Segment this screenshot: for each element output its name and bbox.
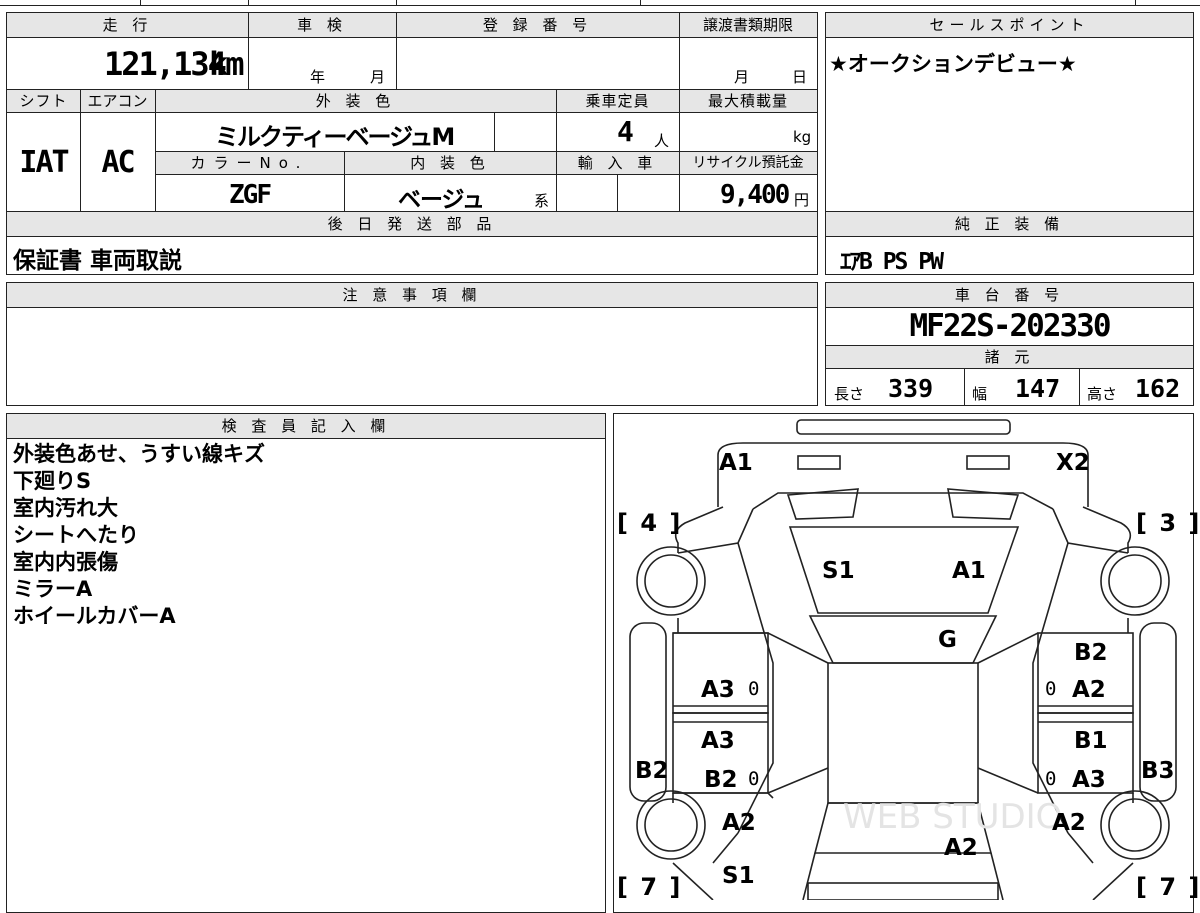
interior-color-header: 内 装 色 (410, 154, 490, 172)
rear-right-door-top-code: B1 (1074, 728, 1108, 754)
watermark: WEB STUDIO (843, 797, 1062, 837)
diagram-front-left-code: A1 (719, 450, 753, 476)
interior-color-value: ベージュ (398, 187, 485, 213)
capacity-header: 乗車定員 (585, 92, 650, 110)
chassis-header: 車 台 番 号 (954, 286, 1065, 304)
rear-left-code: S1 (722, 863, 755, 889)
mileage-header: 走 行 (102, 16, 153, 34)
max-load-unit: kg (793, 128, 812, 146)
rear-right-door-code: A3 (1072, 767, 1106, 793)
genuine-equipment-value: ｴｱB PS PW (840, 249, 944, 275)
length-label: 長さ (834, 385, 865, 403)
later-parts-value: 保証書 車両取説 (13, 248, 183, 274)
rear-left-door-zero: 0 (748, 768, 760, 790)
inspector-note: 室内汚れ大 (13, 496, 118, 520)
registration-header: 登 録 番 号 (482, 16, 593, 34)
capacity-value: 4 (617, 115, 634, 148)
width-label: 幅 (972, 385, 988, 403)
color-no-value: ZGF (229, 180, 272, 210)
rear-left-fender-code: A2 (722, 810, 756, 836)
roof-rear-code: A2 (944, 835, 978, 861)
mileage-unit: km (209, 45, 244, 83)
front-left-door-code: A3 (701, 677, 735, 703)
front-right-door-code: A2 (1072, 677, 1106, 703)
front-left-door-zero: 0 (748, 678, 760, 700)
sales-point-header: セールスポイント (929, 16, 1090, 34)
diagram-front-right-code: X2 (1056, 450, 1090, 476)
exterior-color-value: ミルクティーベージュM (215, 123, 455, 151)
color-no-header: カラーNo. (190, 154, 309, 172)
bracket-front-left: [ 4 ] (617, 509, 683, 537)
transfer-deadline-header: 譲渡書類期限 (702, 16, 793, 34)
inspector-note: ホイールカバーA (13, 604, 176, 628)
chassis-value: MF22S-202330 (909, 308, 1112, 344)
shift-header: シフト (19, 92, 68, 110)
length-value: 339 (888, 374, 934, 403)
capacity-unit: 人 (654, 132, 670, 150)
width-value: 147 (1015, 374, 1061, 403)
inspector-note: 外装色あせ、うすい線キズ (13, 442, 265, 466)
sales-point-value: ★オークションデビュー★ (829, 52, 1077, 76)
recycle-header: リサイクル預託金 (692, 155, 804, 171)
exterior-color-header: 外 装 色 (315, 92, 396, 110)
bracket-front-right: [ 3 ] (1136, 509, 1200, 537)
mileage-value: 121,134 (104, 45, 227, 83)
left-side-code: B2 (635, 758, 669, 784)
front-right-door-top-code: B2 (1074, 640, 1108, 666)
inspection-year: 年 (310, 68, 326, 86)
hood-right-code: A1 (952, 558, 986, 584)
specs-header: 諸 元 (984, 348, 1035, 366)
aircon-header: エアコン (87, 92, 148, 110)
rear-right-fender-code: A2 (1052, 810, 1086, 836)
aircon-value: AC (101, 145, 135, 180)
bracket-rear-left: [ 7 ] (617, 873, 683, 901)
deadline-day: 日 (792, 68, 808, 86)
top-strip (0, 0, 1200, 6)
recycle-unit: 円 (794, 191, 810, 209)
height-value: 162 (1135, 374, 1181, 403)
windshield-code: G (938, 627, 957, 653)
front-right-door-zero: 0 (1045, 678, 1057, 700)
notes-header: 注 意 事 項 欄 (342, 286, 482, 304)
genuine-equipment-header: 純 正 装 備 (954, 215, 1065, 233)
bracket-rear-right: [ 7 ] (1136, 873, 1200, 901)
shift-value: IAT (19, 145, 69, 180)
sales-point-box (825, 12, 1194, 212)
recycle-value: 9,400 (720, 180, 790, 210)
rear-left-door-code: B2 (704, 767, 738, 793)
inspector-notes-list: 外装色あせ、うすい線キズ 下廻りS 室内汚れ大 シートへたり 室内内張傷 ミラー… (13, 441, 593, 630)
right-side-code: B3 (1141, 758, 1175, 784)
inspector-note: シートへたり (13, 523, 139, 547)
rear-left-door-top-code: A3 (701, 728, 735, 754)
rear-right-door-zero: 0 (1045, 768, 1057, 790)
inspector-header: 検 査 員 記 入 欄 (221, 417, 391, 435)
height-label: 高さ (1087, 385, 1118, 403)
max-load-header: 最大積載量 (707, 92, 788, 110)
inspector-note: ミラーA (13, 577, 93, 601)
inspector-note: 下廻りS (13, 469, 92, 493)
inspection-month: 月 (370, 68, 386, 86)
later-parts-header: 後 日 発 送 部 品 (327, 215, 497, 233)
interior-color-suffix: 系 (534, 192, 550, 210)
import-header: 輸 入 車 (577, 154, 658, 172)
deadline-month: 月 (734, 68, 750, 86)
inspector-note: 室内内張傷 (13, 550, 118, 574)
hood-left-code: S1 (822, 558, 855, 584)
inspection-header: 車 検 (297, 16, 347, 34)
